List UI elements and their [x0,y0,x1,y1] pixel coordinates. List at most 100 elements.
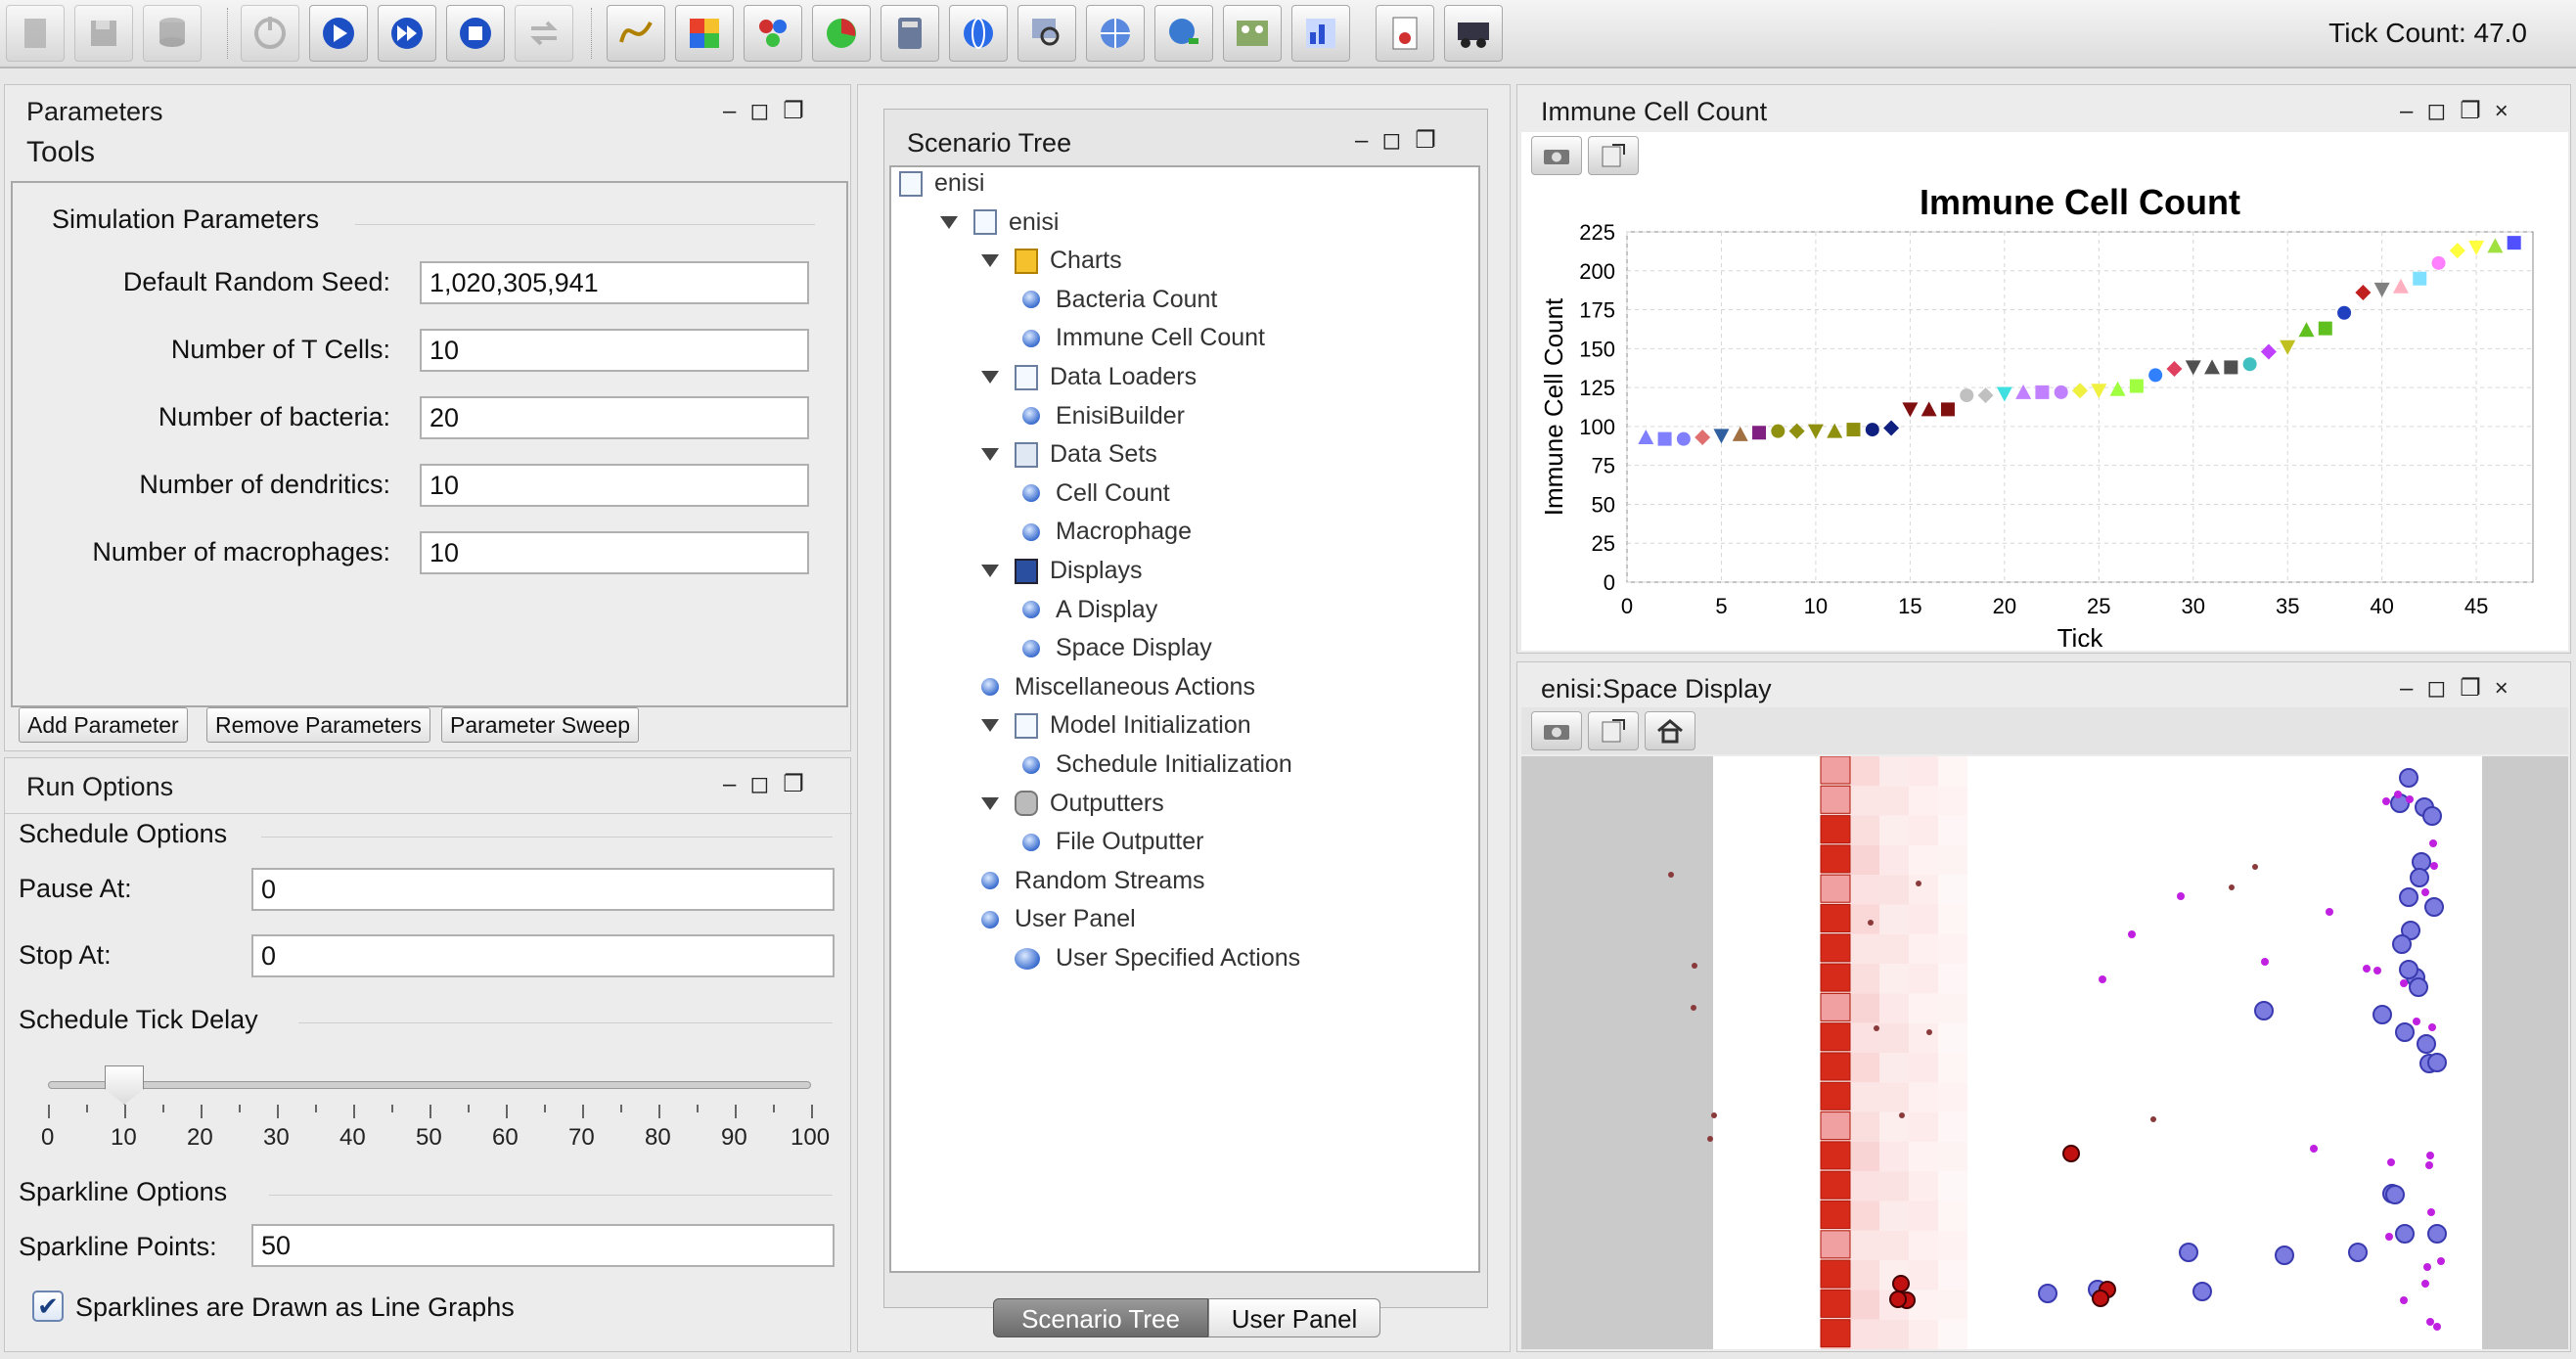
add-parameter-button[interactable]: Add Parameter [19,707,188,743]
report-button[interactable] [1376,5,1434,62]
tree-node[interactable]: Data Sets [981,440,1157,469]
heatmap-button[interactable] [675,5,734,62]
remove-parameters-button[interactable]: Remove Parameters [206,707,430,743]
camera-icon[interactable] [1531,136,1582,175]
scenario-tree-window-controls[interactable]: –◻❐ [1355,126,1450,155]
expand-triangle-icon[interactable] [981,565,999,577]
database-icon [159,18,185,47]
macrophage-agent [2392,934,2412,954]
reset-button[interactable] [515,5,573,62]
tab-scenario-tree[interactable]: Scenario Tree [993,1298,1208,1337]
start-button[interactable] [309,5,368,62]
tree-node[interactable]: EnisiBuilder [1022,402,1185,430]
pie-button[interactable] [812,5,871,62]
web-icon [1101,19,1130,48]
network-button[interactable] [744,5,802,62]
slider-thumb[interactable] [105,1065,144,1105]
web-button[interactable] [1086,5,1145,62]
sparkline-checkbox[interactable]: ✔ [32,1291,64,1322]
macrophage-agent [2409,977,2428,997]
expand-triangle-icon[interactable] [981,719,999,733]
chart-button[interactable] [607,5,665,62]
expand-triangle-icon[interactable] [940,215,958,229]
macrophage-agent [2399,887,2418,907]
database-icon [1015,791,1038,817]
param-input[interactable]: 1,020,305,941 [420,261,809,304]
tree-node[interactable]: Charts [981,247,1122,275]
pie-icon [827,19,856,48]
tree-node[interactable]: Cell Count [1022,479,1170,508]
tab-user-panel[interactable]: User Panel [1208,1298,1380,1337]
tree-node[interactable]: Miscellaneous Actions [981,673,1255,702]
expand-triangle-icon[interactable] [981,254,999,268]
slider-tick-mark [429,1105,431,1118]
export-icon[interactable] [1588,136,1639,175]
step-button[interactable] [378,5,436,62]
space-display-canvas[interactable] [1521,756,2568,1349]
zoom-button[interactable] [1017,5,1076,62]
tree-node[interactable]: Outputters [981,790,1164,818]
parameters-window-controls[interactable]: –◻❐ [723,97,818,125]
stop-button[interactable] [446,5,505,62]
document-icon [1015,712,1038,739]
tree-node[interactable]: Model Initialization [981,711,1251,740]
chart-window-controls[interactable]: –◻❐× [2400,97,2522,125]
export-icon[interactable] [1588,711,1639,750]
node-bullet-icon [981,678,999,697]
gallery-button[interactable] [1223,5,1282,62]
expand-triangle-icon[interactable] [981,448,999,462]
tree-node-label: Displays [1050,557,1143,584]
dendritic-agent [2423,1263,2431,1271]
globe-search-button[interactable] [1154,5,1213,62]
tree-node[interactable]: enisi [940,208,1059,237]
tree-node[interactable]: Macrophage [1022,518,1192,546]
data-point [1771,424,1785,438]
data-point [2242,357,2257,372]
space-window-controls[interactable]: –◻❐× [2400,674,2522,702]
dendritic-agent [2413,1018,2420,1025]
slider-tick-label: 40 [339,1124,366,1151]
save-button[interactable] [74,5,133,62]
tree-node[interactable]: File Outputter [1022,828,1203,856]
globe-button[interactable] [949,5,1008,62]
stop-at-input[interactable]: 0 [251,934,835,977]
tick-delay-slider[interactable]: 0 10 20 30 40 50 60 70 80 90 100 [41,1065,830,1165]
home-icon[interactable] [1645,711,1695,750]
dendritic-agent [2433,1323,2441,1331]
run-options-window-controls[interactable]: –◻❐ [723,770,818,798]
expand-triangle-icon[interactable] [981,796,999,810]
data-point [2318,321,2332,336]
x-tick-label: 30 [2182,594,2205,618]
display-button[interactable] [1291,5,1350,62]
bacteria-agent [1868,920,1874,926]
pause-at-input[interactable]: 0 [251,868,835,911]
calculator-button[interactable] [881,5,939,62]
tree-node[interactable]: Displays [981,557,1142,585]
param-input[interactable]: 20 [420,396,809,439]
tree-node[interactable]: Random Streams [981,867,1205,895]
camera-icon[interactable] [1531,711,1582,750]
param-input[interactable]: 10 [420,329,809,372]
immune-cell-count-chart: Immune Cell Count02550751001251501752002… [1539,182,2534,647]
param-input[interactable]: 10 [420,531,809,574]
database-button[interactable] [143,5,202,62]
tree-node[interactable]: Space Display [1022,634,1212,662]
slider-tick-label: 80 [645,1124,671,1151]
param-input[interactable]: 10 [420,464,809,507]
truck-button[interactable] [1444,5,1503,62]
init-button[interactable] [241,5,299,62]
load-model-button[interactable] [6,5,65,62]
expand-triangle-icon[interactable] [981,371,999,384]
tree-node[interactable]: enisi [899,169,984,198]
tree-node[interactable]: Schedule Initialization [1022,750,1292,779]
data-point [2507,236,2521,250]
tree-node[interactable]: A Display [1022,596,1157,624]
node-bullet-icon [1022,755,1040,774]
tree-node[interactable]: Immune Cell Count [1022,324,1265,352]
sparkline-points-input[interactable]: 50 [251,1224,835,1267]
parameter-sweep-button[interactable]: Parameter Sweep [441,707,640,743]
tree-node[interactable]: User Panel [981,905,1136,933]
tree-node[interactable]: User Specified Actions [981,944,1300,973]
tree-node[interactable]: Bacteria Count [1022,286,1217,314]
tree-node[interactable]: Data Loaders [981,363,1197,391]
